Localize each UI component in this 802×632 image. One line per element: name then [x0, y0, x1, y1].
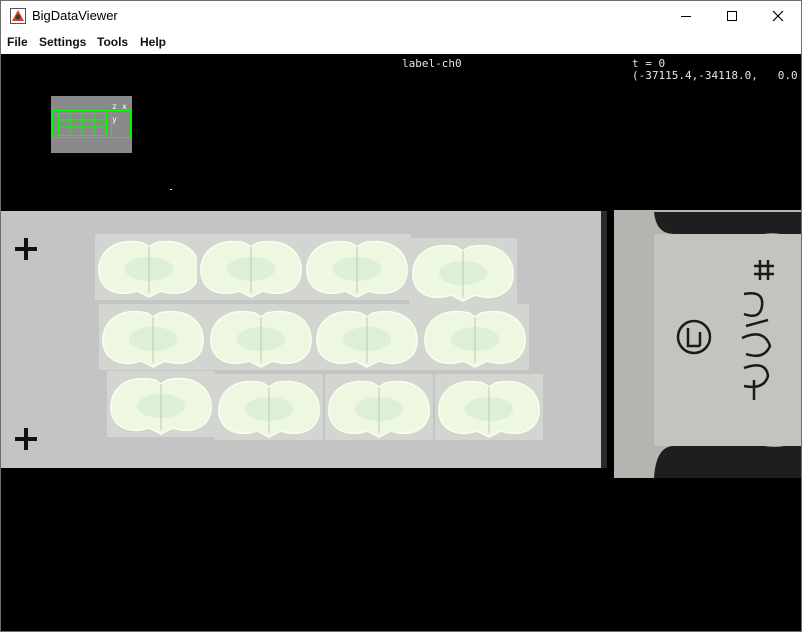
bigdataviewer-app-icon — [10, 8, 26, 24]
slide-label-image — [614, 210, 801, 478]
source-name-label: label-ch0 — [402, 57, 462, 70]
brain-section — [421, 304, 529, 370]
brain-section — [99, 304, 207, 370]
close-button[interactable] — [755, 1, 801, 31]
axis-z-label: z — [112, 102, 117, 111]
brain-section — [107, 371, 215, 437]
close-icon — [772, 10, 784, 22]
mouse-coordinates-readout: (-37115.4,-34118.0, 0.0 — [632, 69, 798, 82]
brain-section — [207, 304, 315, 370]
brain-section — [435, 374, 543, 440]
brain-section — [313, 304, 421, 370]
menu-settings[interactable]: Settings — [39, 35, 86, 49]
navigation-box-overlay: z x y — [51, 96, 132, 153]
navigation-box-drawing — [52, 110, 131, 138]
microscope-slide-image — [1, 211, 607, 468]
image-viewer-canvas[interactable]: label-ch0 t = 0 (-37115.4,-34118.0, 0.0 … — [1, 54, 801, 631]
window-title: BigDataViewer — [32, 8, 118, 23]
axis-y-label: y — [112, 115, 117, 124]
handwritten-slide-label — [614, 210, 801, 478]
brain-section — [409, 238, 517, 304]
minimize-icon — [681, 16, 691, 17]
brain-section — [197, 234, 305, 300]
brain-section — [325, 374, 433, 440]
axis-x-label: x — [122, 102, 127, 111]
maximize-icon — [727, 11, 737, 21]
slide-edge — [601, 211, 607, 468]
stray-pixel-mark — [170, 189, 172, 190]
brain-sections-grid — [95, 234, 543, 440]
title-bar[interactable]: BigDataViewer — [1, 1, 801, 31]
brain-section — [303, 234, 411, 300]
minimize-button[interactable] — [663, 1, 709, 31]
maximize-button[interactable] — [709, 1, 755, 31]
brain-section — [215, 374, 323, 440]
menu-tools[interactable]: Tools — [97, 35, 128, 49]
menu-file[interactable]: File — [7, 35, 28, 49]
menu-bar: File Settings Tools Help — [1, 31, 801, 54]
bigdataviewer-window: BigDataViewer File Settings Tools Help l… — [0, 0, 802, 632]
brain-section — [95, 234, 203, 300]
menu-help[interactable]: Help — [140, 35, 166, 49]
